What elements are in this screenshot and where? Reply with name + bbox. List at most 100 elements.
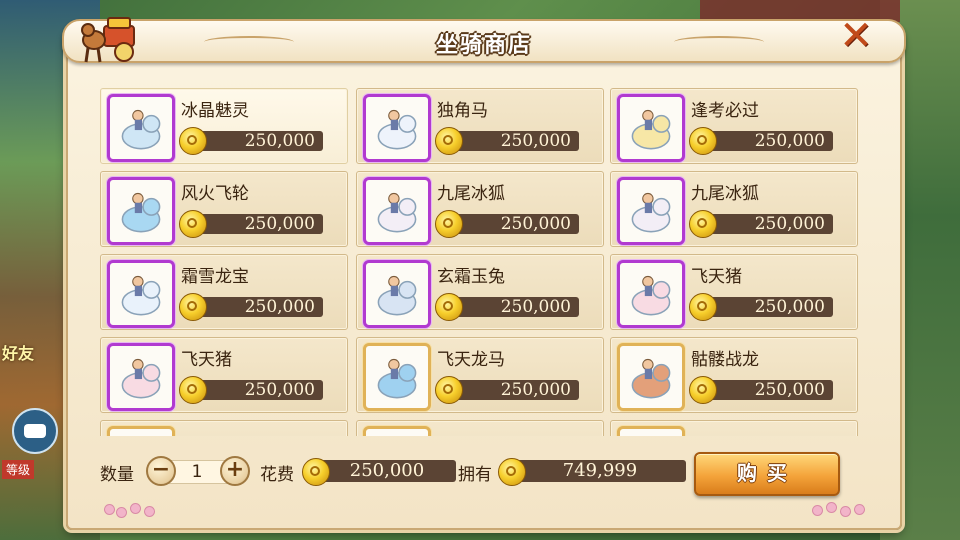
mount-name: 飞天龙马 — [437, 350, 505, 370]
mount-card[interactable] — [100, 420, 348, 436]
mount-card[interactable] — [610, 420, 858, 436]
mount-card[interactable]: 风火飞轮 250,000 — [100, 171, 348, 247]
mount-thumbnail — [107, 343, 175, 411]
mount-price: 250,000 — [244, 131, 315, 151]
mount-card[interactable]: 飞天猪 250,000 — [100, 337, 348, 413]
mount-card[interactable]: 九尾冰狐 250,000 — [610, 171, 858, 247]
price-bar: 250,000 — [449, 131, 579, 151]
mount-name: 风火飞轮 — [181, 184, 249, 204]
mount-card[interactable] — [356, 420, 604, 436]
mount-name: 飞天猪 — [181, 350, 232, 370]
mount-name: 飞天猪 — [691, 267, 742, 287]
own-bar: 749,999 — [514, 460, 686, 482]
mount-icon — [121, 358, 161, 399]
mount-name: 九尾冰狐 — [691, 184, 759, 204]
mount-thumbnail — [617, 94, 685, 162]
mount-price: 250,000 — [500, 297, 571, 317]
mount-thumbnail — [363, 260, 431, 328]
mount-icon — [110, 429, 172, 436]
price-bar: 250,000 — [703, 380, 833, 400]
gold-coin-icon — [435, 127, 463, 155]
price-bar: 250,000 — [449, 380, 579, 400]
horse-cart-mascot-icon — [81, 17, 135, 63]
gold-coin-icon — [179, 293, 207, 321]
mount-thumbnail — [107, 94, 175, 162]
price-bar: 250,000 — [703, 214, 833, 234]
mount-price: 250,000 — [244, 297, 315, 317]
price-bar: 250,000 — [703, 297, 833, 317]
mount-icon — [121, 192, 161, 233]
price-bar: 250,000 — [449, 214, 579, 234]
mount-thumbnail — [617, 343, 685, 411]
mount-price: 250,000 — [500, 131, 571, 151]
mount-card[interactable]: 飞天龙马 250,000 — [356, 337, 604, 413]
mount-grid: 冰晶魅灵 250,000 独角马 250,000 逢考必过 250,000 风火飞轮 250,… — [100, 88, 860, 436]
buy-button[interactable]: 购买 — [694, 452, 840, 496]
quantity-value[interactable]: 1 — [172, 460, 222, 484]
gold-coin-icon — [435, 293, 463, 321]
mount-card[interactable]: 独角马 250,000 — [356, 88, 604, 164]
mount-icon — [631, 192, 671, 233]
mount-name: 冰晶魅灵 — [181, 101, 249, 121]
gold-coin-icon — [179, 376, 207, 404]
cost-bar: 250,000 — [318, 460, 456, 482]
mount-card[interactable]: 霜雪龙宝 250,000 — [100, 254, 348, 330]
level-tag: 等级 — [2, 460, 35, 479]
mount-icon — [121, 109, 161, 150]
mount-price: 250,000 — [754, 131, 825, 151]
mount-price: 250,000 — [754, 380, 825, 400]
purchase-bar: 数量 − 1 + 花费 250,000 拥有 749,999 购买 — [100, 452, 860, 496]
friend-label[interactable]: 好友 — [2, 345, 34, 362]
blossom-decoration-left — [100, 502, 160, 518]
mount-icon — [631, 275, 671, 316]
mount-name: 玄霜玉兔 — [437, 267, 505, 287]
mount-name: 独角马 — [437, 101, 488, 121]
price-bar: 250,000 — [193, 131, 323, 151]
gold-coin-icon — [179, 210, 207, 238]
mount-thumbnail — [617, 177, 685, 245]
price-bar: 250,000 — [449, 297, 579, 317]
mount-price: 250,000 — [754, 214, 825, 234]
mount-icon — [377, 192, 417, 233]
gold-coin-icon — [179, 127, 207, 155]
mount-thumbnail — [363, 94, 431, 162]
mount-icon — [366, 429, 428, 436]
mount-price: 250,000 — [754, 297, 825, 317]
gold-coin-icon — [689, 376, 717, 404]
price-bar: 250,000 — [193, 214, 323, 234]
mount-card[interactable]: 逢考必过 250,000 — [610, 88, 858, 164]
quantity-label: 数量 — [100, 465, 134, 485]
mount-thumbnail — [363, 426, 431, 436]
mount-icon — [377, 275, 417, 316]
price-bar: 250,000 — [193, 297, 323, 317]
gold-coin-icon — [498, 458, 526, 486]
cost-value: 250,000 — [349, 460, 425, 481]
mount-icon — [631, 109, 671, 150]
mount-price: 250,000 — [500, 214, 571, 234]
gold-coin-icon — [435, 376, 463, 404]
mount-thumbnail — [617, 426, 685, 436]
mount-card[interactable]: 冰晶魅灵 250,000 — [100, 88, 348, 164]
gold-coin-icon — [302, 458, 330, 486]
mount-thumbnail — [107, 177, 175, 245]
gold-coin-icon — [435, 210, 463, 238]
mount-price: 250,000 — [500, 380, 571, 400]
price-bar: 250,000 — [193, 380, 323, 400]
mount-price: 250,000 — [244, 214, 315, 234]
mount-name: 霜雪龙宝 — [181, 267, 249, 287]
price-bar: 250,000 — [703, 131, 833, 151]
increase-quantity-button[interactable]: + — [220, 456, 250, 486]
mount-card[interactable]: 九尾冰狐 250,000 — [356, 171, 604, 247]
mount-thumbnail — [363, 343, 431, 411]
mount-price: 250,000 — [244, 380, 315, 400]
shop-header: 坐骑商店 — [62, 19, 906, 63]
mount-icon — [377, 358, 417, 399]
mount-thumbnail — [363, 177, 431, 245]
mount-icon — [631, 358, 671, 399]
close-icon[interactable]: ✕ — [836, 16, 876, 56]
mount-card[interactable]: 玄霜玉兔 250,000 — [356, 254, 604, 330]
chat-icon[interactable] — [12, 408, 58, 454]
mount-card[interactable]: 飞天猪 250,000 — [610, 254, 858, 330]
blossom-decoration-right — [808, 502, 868, 517]
mount-card[interactable]: 骷髅战龙 250,000 — [610, 337, 858, 413]
